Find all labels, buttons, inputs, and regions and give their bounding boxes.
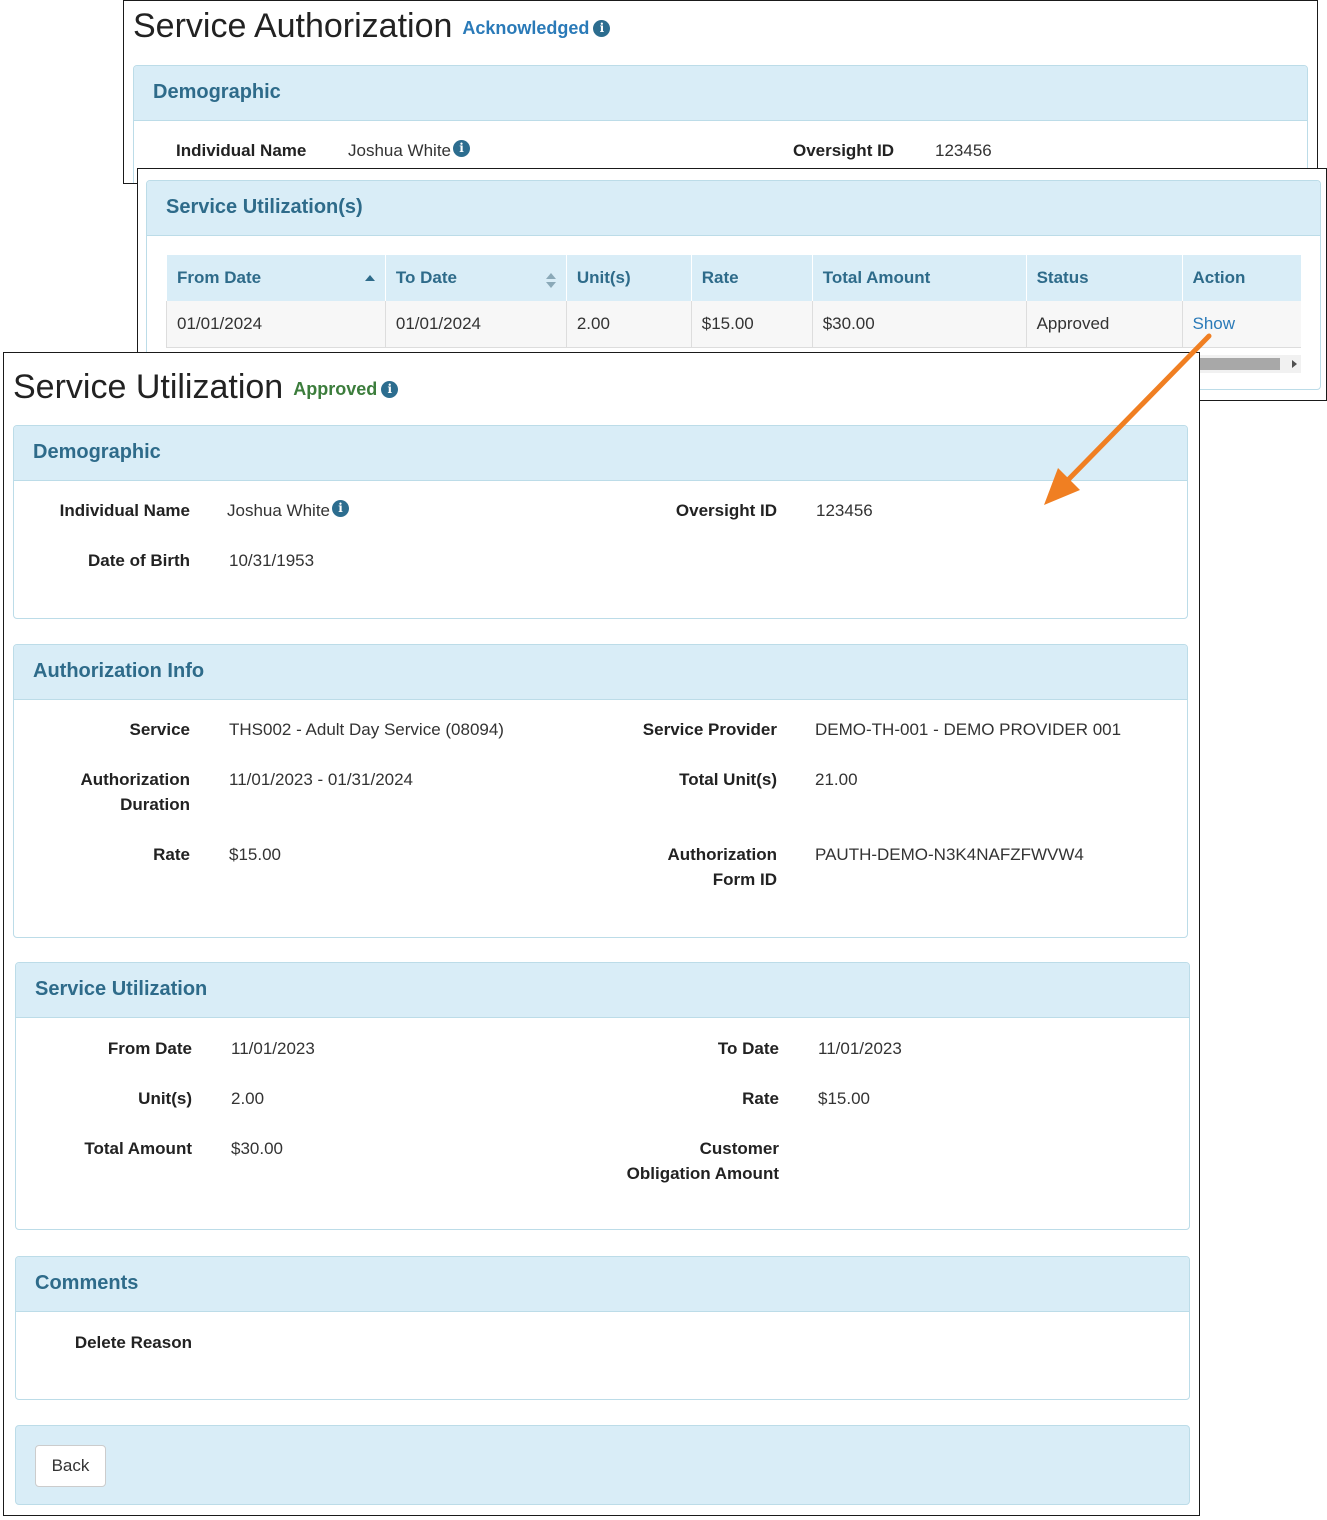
col-units[interactable]: Unit(s) (565, 255, 692, 301)
col-to-date[interactable]: To Date (384, 255, 567, 301)
panel-header: Service Utilization (16, 963, 1189, 1018)
cell-rate: $15.00 (690, 301, 813, 348)
info-icon[interactable]: i (332, 500, 349, 517)
authorization-info-panel: Authorization Info Service THS002 - Adul… (13, 644, 1188, 938)
panel-title: Service Utilization (35, 978, 208, 1000)
back-button[interactable]: Back (35, 1445, 106, 1487)
oversight-id-value: 123456 (935, 141, 992, 160)
page-title: Service Authorization Acknowledged i (133, 7, 611, 46)
panel-header: Demographic (134, 66, 1307, 121)
dob-value: 10/31/1953 (229, 551, 315, 570)
to-date-label: To Date (717, 1039, 779, 1058)
rate-value: $15.00 (818, 1089, 870, 1108)
demographic-panel: Demographic Individual Name Joshua White… (13, 425, 1188, 619)
oversight-id-value: 123456 (816, 501, 873, 520)
total-amount-value: $30.00 (231, 1139, 283, 1158)
cell-units: 2.00 (565, 301, 692, 348)
panel-title: Service Utilization(s) (166, 196, 363, 218)
cell-action: Show (1181, 301, 1301, 348)
to-date-value: 11/01/2023 (818, 1039, 902, 1058)
demographic-panel: Demographic Individual Name Joshua White… (133, 65, 1308, 183)
page-title: Service Utilization Approved i (13, 368, 399, 407)
service-provider-label: Service Provider (642, 720, 777, 739)
info-icon[interactable]: i (593, 19, 611, 37)
cell-to-date: 01/01/2024 (384, 301, 567, 348)
rate-value: $15.00 (229, 845, 281, 864)
service-authorization-screenshot: Service Authorization Acknowledged i Demog… (123, 0, 1318, 184)
panel-header: Service Utilization(s) (147, 181, 1320, 236)
total-units-value: 21.00 (815, 770, 858, 789)
total-units-label: Total Unit(s) (679, 770, 777, 789)
scroll-right-icon[interactable] (1292, 360, 1297, 368)
status-badge: Approved (293, 378, 378, 399)
panel-header: Demographic (14, 426, 1187, 481)
scrollbar-thumb[interactable] (1200, 358, 1280, 370)
col-rate[interactable]: Rate (690, 255, 813, 301)
comments-panel: Comments Delete Reason (15, 1256, 1190, 1400)
individual-name-value: Joshua White i (227, 498, 349, 523)
info-icon[interactable]: i (453, 140, 470, 157)
authorization-duration-value: 11/01/2023 - 01/31/2024 (229, 770, 414, 789)
delete-reason-label: Delete Reason (74, 1333, 192, 1352)
service-provider-value: DEMO-TH-001 - DEMO PROVIDER 001 (815, 720, 1122, 739)
table-row: 01/01/2024 01/01/2024 2.00 $15.00 $30.00… (166, 301, 1301, 348)
customer-obligation-label: Customer Obligation Amount (626, 1139, 779, 1183)
oversight-id-label: Oversight ID (793, 141, 895, 160)
col-from-date[interactable]: From Date (166, 255, 386, 301)
panel-header: Authorization Info (14, 645, 1187, 700)
service-utilization-screenshot: Service Utilization Approved i Demographic… (3, 352, 1200, 1516)
col-action: Action (1181, 255, 1301, 301)
from-date-label: From Date (107, 1039, 192, 1058)
col-total-amount[interactable]: Total Amount (811, 255, 1027, 301)
table-header-row: From Date To Date Unit(s) Rate Total Amo… (166, 255, 1301, 301)
oversight-id-label: Oversight ID (675, 501, 777, 520)
service-label: Service (129, 720, 191, 739)
panel-title: Demographic (33, 441, 161, 463)
rate-label: Rate (742, 1089, 779, 1108)
individual-name-text: Joshua White (227, 501, 330, 520)
show-link[interactable]: Show (1193, 314, 1236, 333)
page-title-text: Service Utilization (13, 368, 284, 406)
panel-title: Comments (35, 1272, 139, 1294)
total-amount-label: Total Amount (84, 1139, 192, 1158)
rate-label: Rate (153, 845, 190, 864)
col-status[interactable]: Status (1025, 255, 1183, 301)
cell-status: Approved (1025, 301, 1183, 348)
info-icon[interactable]: i (381, 380, 399, 398)
cell-from-date: 01/01/2024 (166, 301, 386, 348)
units-label: Unit(s) (138, 1089, 192, 1108)
dob-label: Date of Birth (88, 551, 190, 570)
from-date-value: 11/01/2023 (231, 1039, 315, 1058)
sort-asc-icon (364, 275, 375, 281)
units-value: 2.00 (231, 1089, 265, 1108)
service-value: THS002 - Adult Day Service (08094) (229, 720, 504, 739)
individual-name-label: Individual Name (59, 501, 190, 520)
status-badge: Acknowledged (462, 17, 590, 38)
panel-title: Demographic (153, 81, 281, 103)
authorization-form-id-label: Authorization Form ID (667, 845, 777, 889)
individual-name-text: Joshua White (348, 141, 451, 160)
authorization-duration-label: Authorization Duration (80, 770, 190, 814)
service-utilization-panel: Service Utilization From Date 11/01/2023… (15, 962, 1190, 1230)
authorization-form-id-value: PAUTH-DEMO-N3K4NAFZFWVW4 (815, 845, 1084, 864)
page-title-text: Service Authorization (133, 7, 453, 45)
individual-name-value: Joshua White i (348, 138, 470, 163)
panel-header: Comments (16, 1257, 1189, 1312)
footer-bar: Back (15, 1425, 1190, 1505)
sort-both-icon (545, 273, 556, 289)
individual-name-label: Individual Name (176, 141, 307, 160)
panel-title: Authorization Info (33, 660, 205, 682)
utilizations-table: From Date To Date Unit(s) Rate Total Amo… (166, 255, 1301, 348)
cell-total-amount: $30.00 (811, 301, 1027, 348)
